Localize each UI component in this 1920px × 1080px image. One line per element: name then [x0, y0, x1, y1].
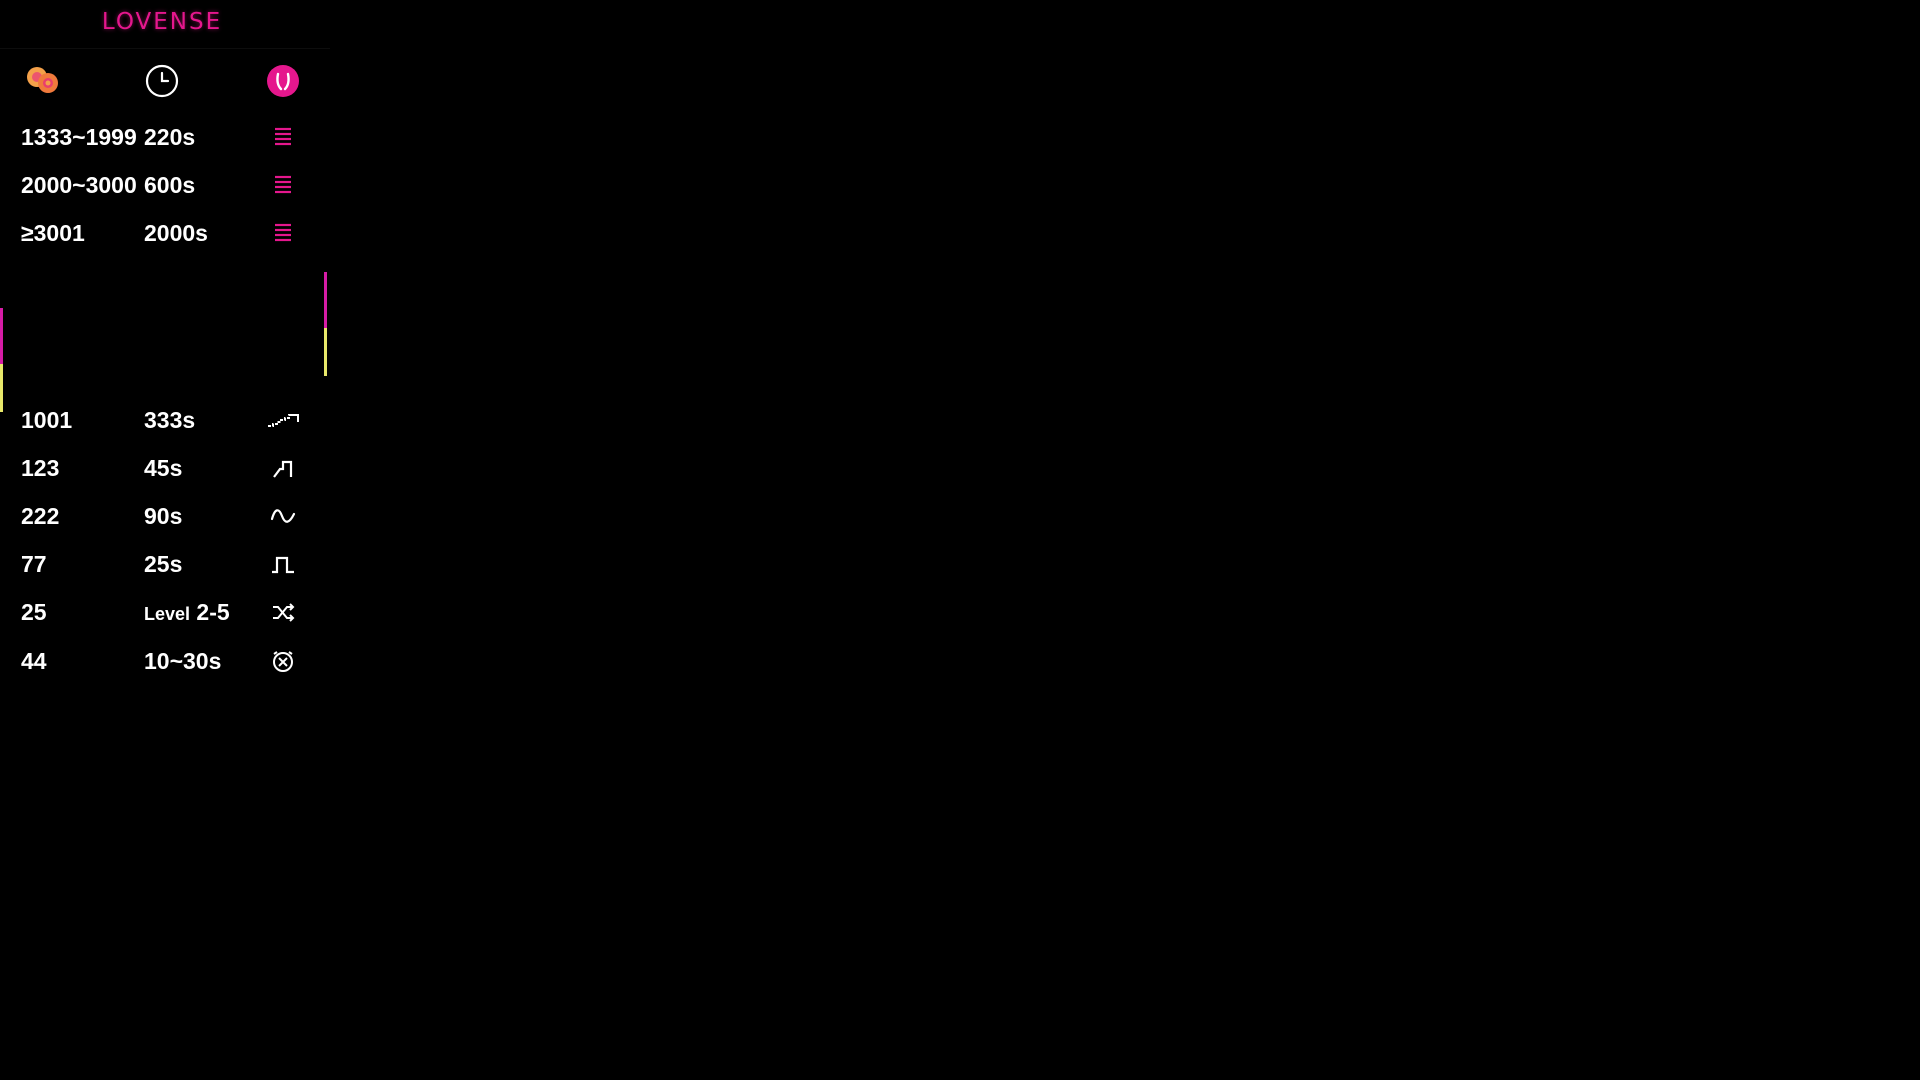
special-command-row: 222 90s	[0, 499, 330, 533]
special-command-row: 44 10~30s	[0, 644, 330, 678]
pulse-pattern-icon	[265, 552, 301, 576]
right-accent-bar-magenta	[324, 272, 327, 328]
token-amount: 44	[21, 648, 47, 674]
duration: 600s	[144, 172, 196, 198]
duration: 2000s	[144, 220, 208, 246]
duration: 220s	[144, 124, 196, 150]
duration: 45s	[144, 455, 183, 481]
right-accent-bar-yellow	[324, 328, 327, 376]
random-shuffle-icon	[265, 600, 301, 624]
duration: 333s	[144, 407, 196, 433]
token-amount: 1001	[21, 407, 73, 433]
clock-icon	[145, 64, 181, 100]
token-range: ≥3001	[21, 220, 85, 246]
alarm-clock-icon	[265, 649, 301, 673]
token-amount: 222	[21, 503, 60, 529]
duration: Level 2-5	[144, 595, 230, 631]
special-command-row: 1001 333s	[0, 403, 330, 437]
vibration-bars-icon	[265, 221, 301, 245]
special-command-row: 25 Level 2-5	[0, 595, 330, 629]
lovense-tip-menu-panel: LOVENSE 1333~1999 220s 2000~3000 600s ≥3…	[0, 0, 330, 720]
token-range: 1333~1999	[21, 124, 137, 150]
tip-level-row: ≥3001 2000s	[0, 216, 330, 250]
toy-icon	[266, 64, 302, 100]
level-prefix: Level	[144, 604, 191, 624]
tip-level-row: 2000~3000 600s	[0, 168, 330, 202]
token-amount: 77	[21, 551, 47, 577]
left-accent-bar-magenta	[0, 308, 3, 364]
duration: 90s	[144, 503, 183, 529]
token-range: 2000~3000	[21, 172, 137, 198]
vibration-bars-icon	[265, 173, 301, 197]
token-amount: 123	[21, 455, 60, 481]
special-command-row: 123 45s	[0, 451, 330, 485]
fireworks-pattern-icon	[265, 456, 301, 480]
lovense-logo: LOVENSE	[101, 9, 223, 35]
level-range: 2-5	[196, 599, 230, 625]
panel-header: LOVENSE	[0, 0, 330, 49]
wave-pattern-icon	[265, 504, 301, 528]
duration: 10~30s	[144, 648, 222, 674]
duration: 25s	[144, 551, 183, 577]
column-header-icons	[0, 64, 330, 100]
special-command-row: 77 25s	[0, 547, 330, 581]
token-amount: 25	[21, 599, 47, 625]
vibration-bars-icon	[265, 125, 301, 149]
tip-coins-icon	[24, 64, 60, 100]
earthquake-pattern-icon	[265, 408, 301, 432]
tip-level-row: 1333~1999 220s	[0, 120, 330, 154]
